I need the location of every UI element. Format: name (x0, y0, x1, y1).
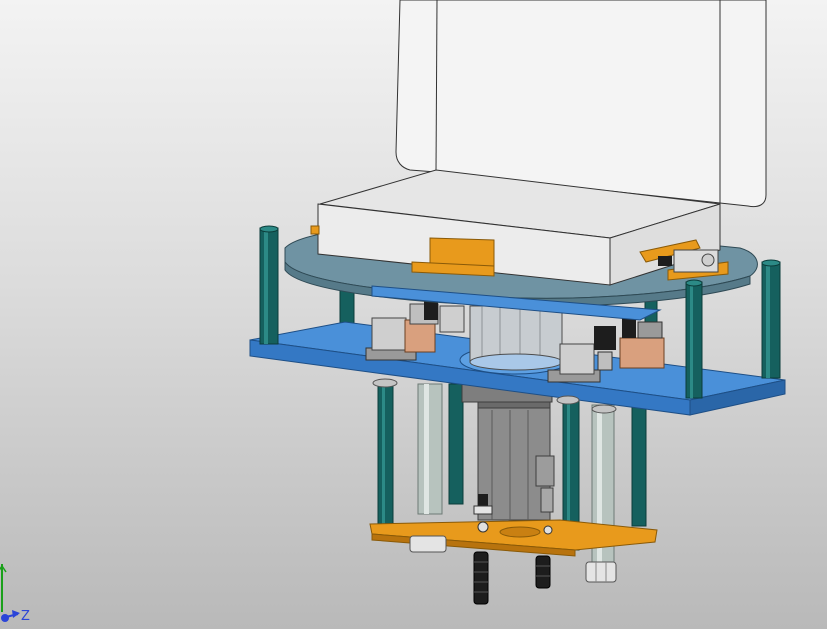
cad-3d-viewport[interactable]: Z (0, 0, 827, 629)
y-axis-arrow (0, 564, 7, 612)
central-coupling[interactable] (469, 305, 563, 371)
assembly-model[interactable] (0, 0, 827, 629)
open-box[interactable] (317, 0, 767, 286)
stepper-motor[interactable] (461, 383, 555, 521)
z-axis-label: Z (21, 609, 30, 624)
z-axis-arrow (1, 610, 20, 622)
small-orange-tab (310, 225, 320, 235)
axis-triad: Z (0, 564, 30, 624)
